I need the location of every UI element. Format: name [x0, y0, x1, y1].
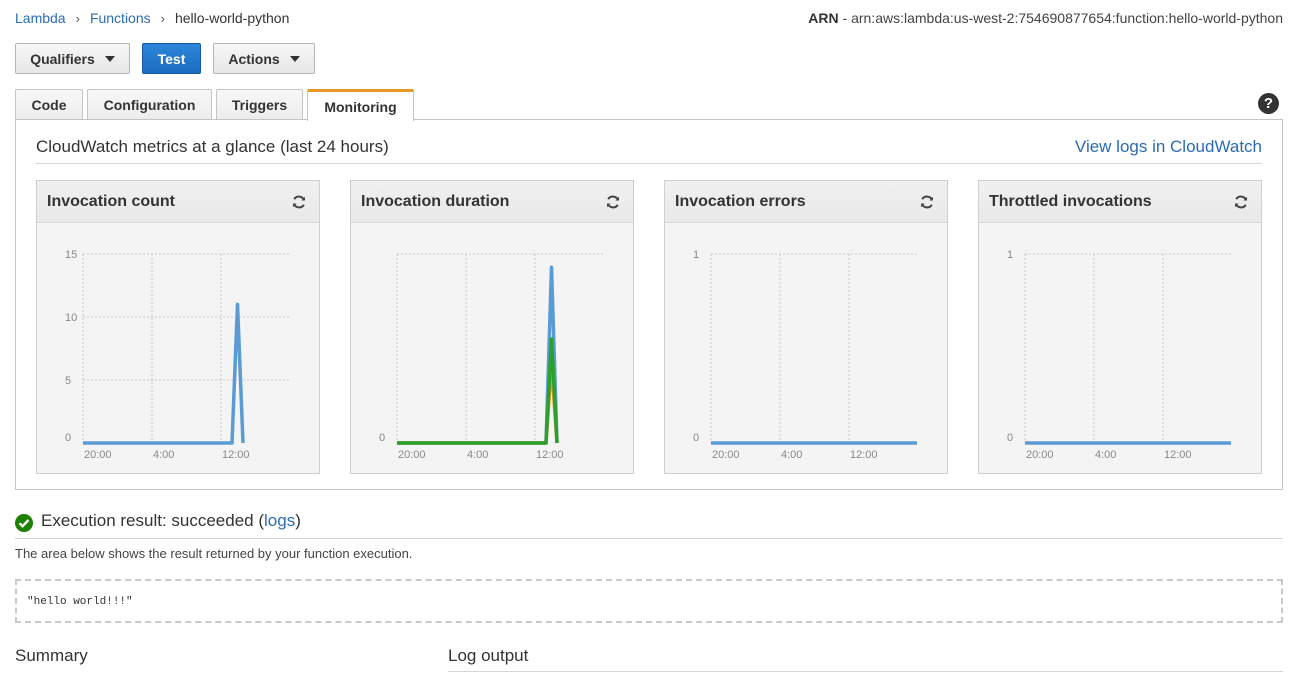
x-tick-label: 4:00 [781, 449, 802, 461]
execution-result-description: The area below shows the result returned… [15, 546, 413, 561]
metric-card-throttled-invocations: Throttled invocations 0 1 20:00 4:00 12:00 [978, 180, 1262, 474]
breadcrumb-lambda-link[interactable]: Lambda [15, 10, 66, 26]
arn-display: ARN - arn:aws:lambda:us-west-2:754690877… [808, 10, 1283, 26]
monitoring-title: CloudWatch metrics at a glance (last 24 … [36, 137, 389, 156]
monitoring-header: CloudWatch metrics at a glance (last 24 … [36, 137, 1262, 164]
metric-card-header: Invocation errors [665, 181, 947, 223]
qualifiers-dropdown-button[interactable]: Qualifiers [15, 43, 130, 74]
tab-monitoring[interactable]: Monitoring [307, 89, 414, 121]
actions-dropdown-button[interactable]: Actions [213, 43, 315, 74]
y-tick-label: 0 [65, 432, 71, 444]
x-tick-label: 4:00 [1095, 449, 1116, 461]
caret-down-icon [104, 55, 115, 62]
tab-configuration[interactable]: Configuration [87, 89, 212, 120]
tab-triggers[interactable]: Triggers [216, 89, 303, 120]
tab-code[interactable]: Code [15, 89, 83, 120]
series-line [397, 361, 559, 445]
breadcrumb-chevron-icon: › [160, 10, 165, 26]
x-tick-label: 4:00 [467, 449, 488, 461]
metric-card-title: Invocation errors [675, 192, 806, 210]
x-tick-label: 20:00 [1026, 449, 1054, 461]
series-line [83, 302, 245, 445]
invocation-duration-chart: 0 20:00 4:00 12:00 [379, 253, 603, 461]
execution-result-title: Execution result: succeeded (logs) [41, 511, 301, 531]
breadcrumb-current: hello-world-python [174, 10, 290, 26]
metric-card-invocation-duration: Invocation duration 0 20:00 4:00 12:00 [350, 180, 634, 474]
y-tick-label: 0 [379, 432, 385, 444]
success-check-icon [15, 514, 33, 532]
breadcrumb-functions-link[interactable]: Functions [90, 10, 151, 26]
x-tick-label: 20:00 [398, 449, 426, 461]
qualifiers-label: Qualifiers [30, 50, 95, 67]
help-icon[interactable]: ? [1258, 93, 1279, 114]
test-label: Test [157, 50, 186, 67]
y-tick-label: 15 [65, 249, 77, 261]
actions-label: Actions [228, 50, 280, 67]
y-tick-label: 1 [1007, 249, 1013, 261]
metric-card-title: Invocation count [47, 192, 175, 210]
function-tabs: Code Configuration Triggers Monitoring [15, 89, 414, 121]
x-tick-label: 12:00 [1164, 449, 1192, 461]
monitoring-panel: CloudWatch metrics at a glance (last 24 … [15, 119, 1283, 490]
y-tick-label: 1 [693, 249, 699, 261]
metric-card-header: Invocation duration [351, 181, 633, 223]
test-button[interactable]: Test [142, 43, 201, 74]
execution-logs-link[interactable]: logs [264, 511, 295, 530]
refresh-icon[interactable] [291, 194, 307, 210]
x-tick-label: 20:00 [84, 449, 112, 461]
metric-card-header: Throttled invocations [979, 181, 1261, 223]
metric-card-invocation-count: Invocation count 0 5 10 15 20:00 4:00 12:00 [36, 180, 320, 474]
execution-result-status: Execution result: succeeded ( [41, 511, 265, 530]
log-output-heading: Log output [448, 646, 1283, 672]
refresh-icon[interactable] [1233, 194, 1249, 210]
breadcrumb: Lambda › Functions › hello-world-python [15, 10, 289, 26]
top-bar: Lambda › Functions › hello-world-python … [15, 9, 1283, 27]
execution-result-output: "hello world!!!" [15, 579, 1283, 623]
function-toolbar: Qualifiers Test Actions [15, 43, 315, 74]
view-logs-cloudwatch-link[interactable]: View logs in CloudWatch [1075, 137, 1262, 163]
y-tick-label: 5 [65, 375, 71, 387]
x-tick-label: 4:00 [153, 449, 174, 461]
series-line [397, 265, 559, 445]
caret-down-icon [289, 55, 300, 62]
arn-value: - arn:aws:lambda:us-west-2:754690877654:… [838, 10, 1284, 26]
x-tick-label: 12:00 [850, 449, 878, 461]
x-tick-label: 20:00 [712, 449, 740, 461]
refresh-icon[interactable] [605, 194, 621, 210]
execution-result-suffix: ) [295, 511, 301, 530]
execution-result-header: Execution result: succeeded (logs) [15, 511, 1283, 539]
metric-card-invocation-errors: Invocation errors 0 1 20:00 4:00 12:00 [664, 180, 948, 474]
x-tick-label: 12:00 [222, 449, 250, 461]
summary-heading: Summary [15, 646, 88, 665]
metric-card-title: Invocation duration [361, 192, 510, 210]
y-tick-label: 0 [693, 432, 699, 444]
throttled-invocations-chart: 0 1 20:00 4:00 12:00 [1007, 249, 1231, 461]
series-line [397, 337, 559, 445]
arn-label: ARN [808, 10, 839, 26]
y-tick-label: 10 [65, 312, 77, 324]
y-tick-label: 0 [1007, 432, 1013, 444]
x-tick-label: 12:00 [536, 449, 564, 461]
metric-card-header: Invocation count [37, 181, 319, 223]
refresh-icon[interactable] [919, 194, 935, 210]
breadcrumb-chevron-icon: › [75, 10, 80, 26]
invocation-errors-chart: 0 1 20:00 4:00 12:00 [693, 249, 917, 461]
invocation-count-chart: 0 5 10 15 20:00 4:00 12:00 [65, 249, 289, 461]
metric-card-title: Throttled invocations [989, 192, 1152, 210]
